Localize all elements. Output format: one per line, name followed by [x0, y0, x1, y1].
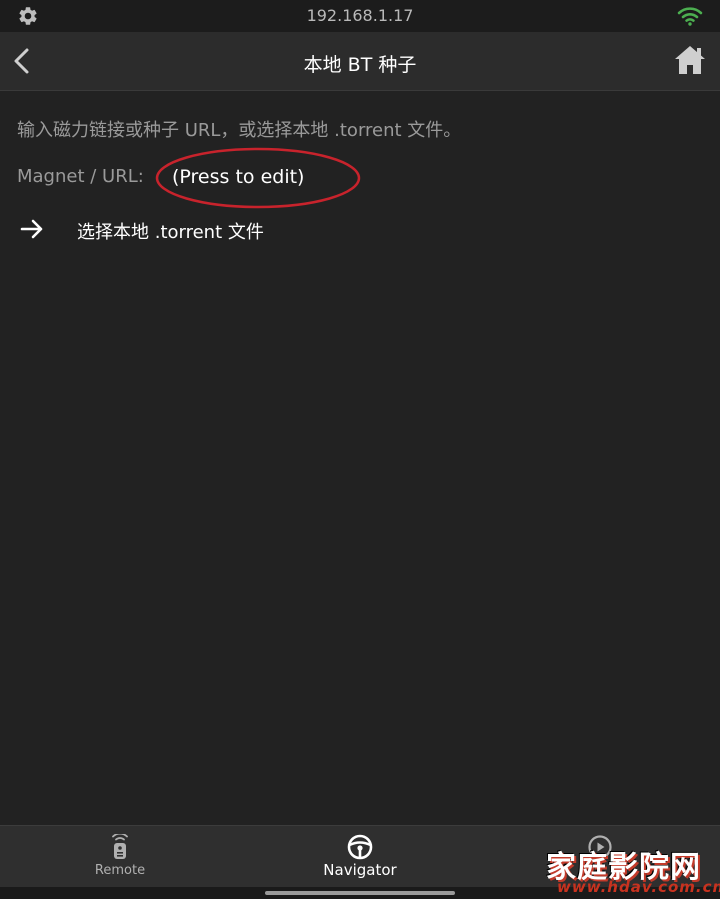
page-title: 本地 BT 种子 [303, 54, 417, 76]
instruction-text: 输入磁力链接或种子 URL，或选择本地 .torrent 文件。 [17, 120, 462, 141]
magnet-url-row: Magnet / URL: (Press to edit) [17, 166, 304, 192]
wifi-icon [677, 7, 703, 26]
play-circle-icon [588, 835, 612, 859]
tab-playback[interactable] [480, 826, 720, 888]
tab-navigator[interactable]: Navigator [240, 826, 480, 888]
steering-wheel-icon [347, 834, 373, 860]
home-icon[interactable] [673, 44, 707, 76]
tab-remote-label: Remote [94, 863, 146, 878]
device-ip-address: 192.168.1.17 [306, 6, 414, 25]
arrow-right-icon [20, 219, 43, 239]
magnet-url-input[interactable]: (Press to edit) [172, 166, 304, 188]
navigation-bar: 本地 BT 种子 [0, 32, 720, 91]
status-bar: 192.168.1.17 [0, 0, 720, 32]
home-indicator[interactable] [265, 891, 455, 895]
tab-navigator-label: Navigator [323, 861, 397, 879]
remote-icon [112, 834, 128, 859]
chevron-left-icon[interactable] [8, 45, 38, 77]
bottom-tab-bar: Remote Navigator [0, 825, 720, 888]
magnet-url-label: Magnet / URL: [17, 166, 144, 187]
tab-remote[interactable]: Remote [0, 826, 240, 888]
select-local-torrent-button[interactable]: 选择本地 .torrent 文件 [17, 212, 417, 246]
select-local-torrent-label: 选择本地 .torrent 文件 [77, 222, 264, 243]
